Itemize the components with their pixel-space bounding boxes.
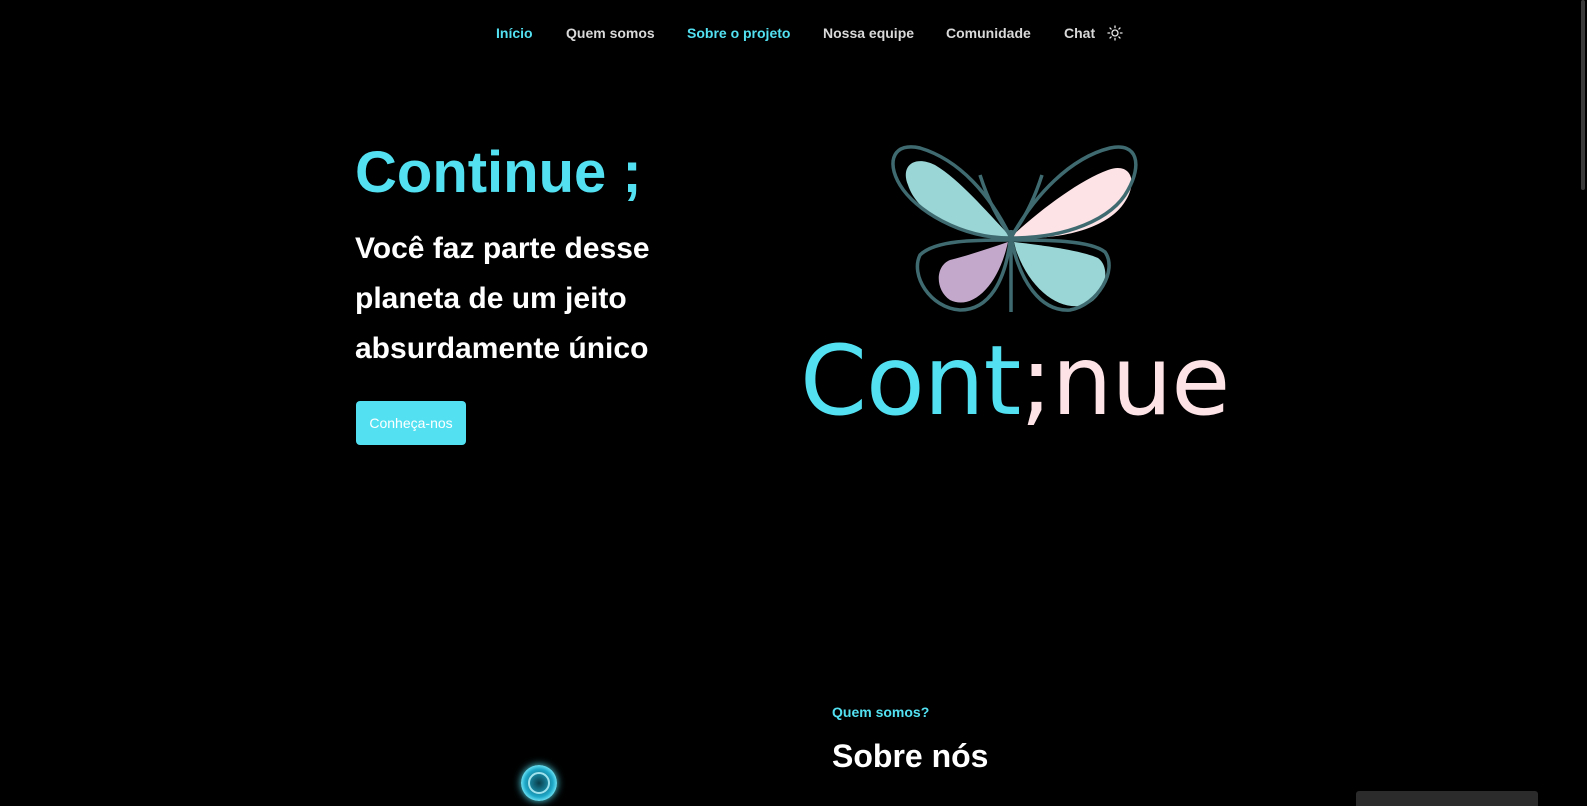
top-nav: Início Quem somos Sobre o projeto Nossa … bbox=[0, 22, 1587, 44]
nav-link-quem-somos[interactable]: Quem somos bbox=[566, 22, 655, 44]
orb-ring bbox=[528, 772, 550, 794]
butterfly-icon bbox=[880, 140, 1142, 320]
hero-subtitle: Você faz parte desse planeta de um jeito… bbox=[355, 232, 650, 365]
scrollbar-thumb[interactable] bbox=[1581, 0, 1585, 190]
logo-wordmark: Cont;nue bbox=[800, 325, 1230, 437]
nav-link-inicio[interactable]: Início bbox=[496, 22, 533, 44]
scrollbar-track[interactable] bbox=[1567, 0, 1587, 806]
about-title: Sobre nós bbox=[832, 738, 989, 774]
nav-link-sobre-o-projeto[interactable]: Sobre o projeto bbox=[687, 22, 790, 44]
glowing-orb-icon bbox=[521, 765, 557, 801]
nav-link-comunidade[interactable]: Comunidade bbox=[946, 22, 1031, 44]
bottom-widget[interactable] bbox=[1356, 791, 1538, 806]
conheca-nos-button[interactable]: Conheça-nos bbox=[356, 401, 466, 445]
nav-link-chat[interactable]: Chat bbox=[1064, 22, 1095, 44]
hero-title: Continue ; bbox=[355, 140, 642, 205]
logo-wordmark-part1: Cont bbox=[800, 325, 1021, 437]
about-kicker: Quem somos? bbox=[832, 704, 930, 720]
sun-icon[interactable] bbox=[1107, 25, 1123, 41]
page: Início Quem somos Sobre o projeto Nossa … bbox=[0, 0, 1587, 806]
nav-link-nossa-equipe[interactable]: Nossa equipe bbox=[823, 22, 914, 44]
logo-wordmark-part2: ;nue bbox=[1020, 325, 1230, 437]
